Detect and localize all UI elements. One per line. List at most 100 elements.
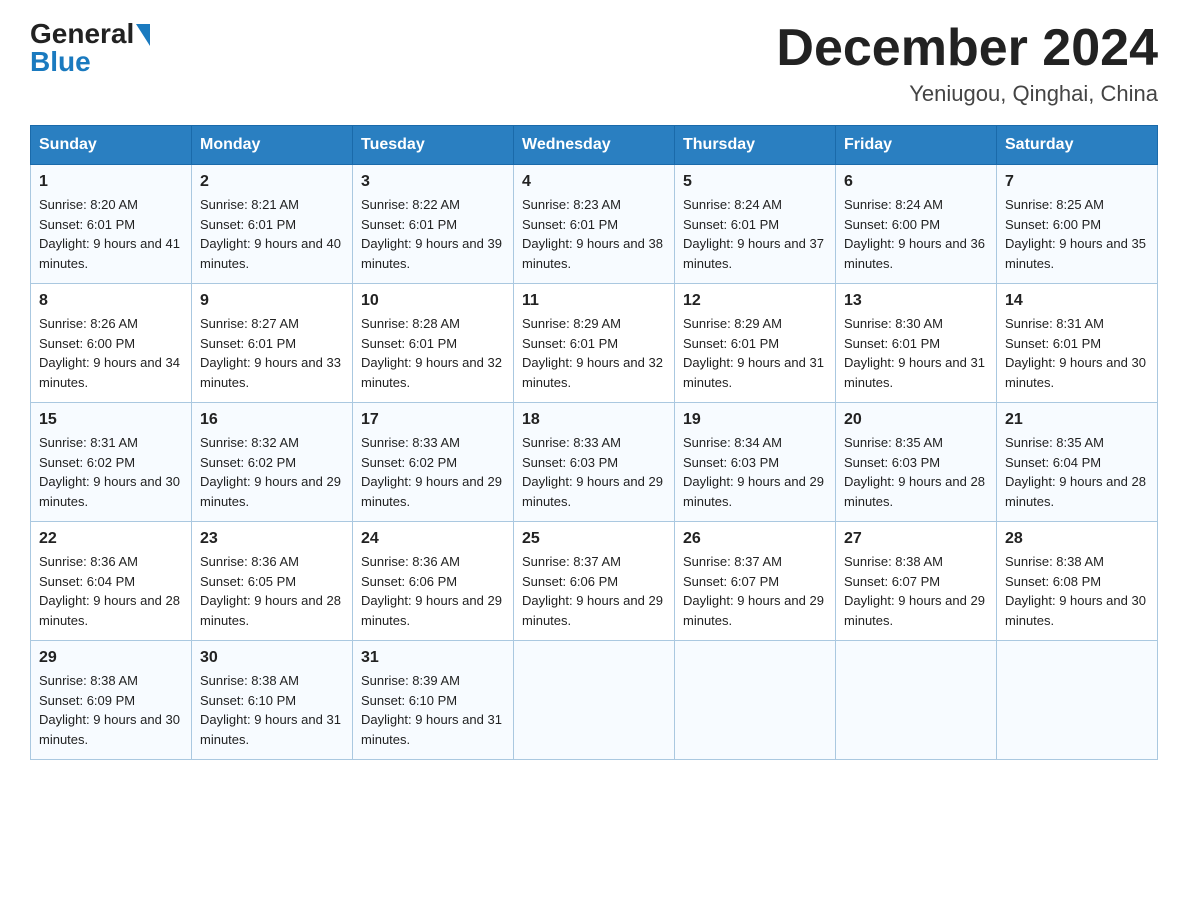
page-header: General Blue December 2024 Yeniugou, Qin… xyxy=(30,20,1158,107)
day-number: 12 xyxy=(683,292,827,310)
calendar-day-cell: 13 Sunrise: 8:30 AMSunset: 6:01 PMDaylig… xyxy=(836,284,997,403)
calendar-day-cell: 22 Sunrise: 8:36 AMSunset: 6:04 PMDaylig… xyxy=(31,522,192,641)
calendar-day-cell: 15 Sunrise: 8:31 AMSunset: 6:02 PMDaylig… xyxy=(31,403,192,522)
day-number: 19 xyxy=(683,411,827,429)
day-info: Sunrise: 8:28 AMSunset: 6:01 PMDaylight:… xyxy=(361,316,502,390)
day-number: 27 xyxy=(844,530,988,548)
day-info: Sunrise: 8:33 AMSunset: 6:02 PMDaylight:… xyxy=(361,435,502,509)
day-info: Sunrise: 8:25 AMSunset: 6:00 PMDaylight:… xyxy=(1005,197,1146,271)
calendar-day-cell: 23 Sunrise: 8:36 AMSunset: 6:05 PMDaylig… xyxy=(192,522,353,641)
day-number: 26 xyxy=(683,530,827,548)
calendar-week-row: 1 Sunrise: 8:20 AMSunset: 6:01 PMDayligh… xyxy=(31,165,1158,284)
calendar-day-cell: 18 Sunrise: 8:33 AMSunset: 6:03 PMDaylig… xyxy=(514,403,675,522)
calendar-day-cell xyxy=(836,641,997,760)
calendar-day-cell: 19 Sunrise: 8:34 AMSunset: 6:03 PMDaylig… xyxy=(675,403,836,522)
day-of-week-header: Tuesday xyxy=(353,126,514,165)
day-info: Sunrise: 8:20 AMSunset: 6:01 PMDaylight:… xyxy=(39,197,180,271)
day-info: Sunrise: 8:36 AMSunset: 6:04 PMDaylight:… xyxy=(39,554,180,628)
day-info: Sunrise: 8:30 AMSunset: 6:01 PMDaylight:… xyxy=(844,316,985,390)
calendar-day-cell: 31 Sunrise: 8:39 AMSunset: 6:10 PMDaylig… xyxy=(353,641,514,760)
day-number: 22 xyxy=(39,530,183,548)
day-number: 17 xyxy=(361,411,505,429)
day-info: Sunrise: 8:38 AMSunset: 6:07 PMDaylight:… xyxy=(844,554,985,628)
calendar-day-cell: 27 Sunrise: 8:38 AMSunset: 6:07 PMDaylig… xyxy=(836,522,997,641)
calendar-day-cell: 30 Sunrise: 8:38 AMSunset: 6:10 PMDaylig… xyxy=(192,641,353,760)
day-number: 16 xyxy=(200,411,344,429)
day-of-week-header: Friday xyxy=(836,126,997,165)
calendar-day-cell: 6 Sunrise: 8:24 AMSunset: 6:00 PMDayligh… xyxy=(836,165,997,284)
logo-triangle-icon xyxy=(136,24,150,46)
day-of-week-header: Saturday xyxy=(997,126,1158,165)
day-number: 31 xyxy=(361,649,505,667)
calendar-day-cell: 5 Sunrise: 8:24 AMSunset: 6:01 PMDayligh… xyxy=(675,165,836,284)
calendar-day-cell: 21 Sunrise: 8:35 AMSunset: 6:04 PMDaylig… xyxy=(997,403,1158,522)
day-info: Sunrise: 8:35 AMSunset: 6:04 PMDaylight:… xyxy=(1005,435,1146,509)
day-of-week-header: Monday xyxy=(192,126,353,165)
day-info: Sunrise: 8:36 AMSunset: 6:06 PMDaylight:… xyxy=(361,554,502,628)
calendar-week-row: 22 Sunrise: 8:36 AMSunset: 6:04 PMDaylig… xyxy=(31,522,1158,641)
day-info: Sunrise: 8:24 AMSunset: 6:00 PMDaylight:… xyxy=(844,197,985,271)
calendar-day-cell xyxy=(997,641,1158,760)
calendar-day-cell: 16 Sunrise: 8:32 AMSunset: 6:02 PMDaylig… xyxy=(192,403,353,522)
calendar-day-cell xyxy=(514,641,675,760)
day-number: 20 xyxy=(844,411,988,429)
day-info: Sunrise: 8:31 AMSunset: 6:02 PMDaylight:… xyxy=(39,435,180,509)
day-info: Sunrise: 8:29 AMSunset: 6:01 PMDaylight:… xyxy=(683,316,824,390)
calendar-day-cell: 4 Sunrise: 8:23 AMSunset: 6:01 PMDayligh… xyxy=(514,165,675,284)
calendar-day-cell: 12 Sunrise: 8:29 AMSunset: 6:01 PMDaylig… xyxy=(675,284,836,403)
day-info: Sunrise: 8:21 AMSunset: 6:01 PMDaylight:… xyxy=(200,197,341,271)
location-title: Yeniugou, Qinghai, China xyxy=(776,81,1158,107)
calendar-day-cell: 3 Sunrise: 8:22 AMSunset: 6:01 PMDayligh… xyxy=(353,165,514,284)
day-info: Sunrise: 8:35 AMSunset: 6:03 PMDaylight:… xyxy=(844,435,985,509)
calendar-day-cell: 25 Sunrise: 8:37 AMSunset: 6:06 PMDaylig… xyxy=(514,522,675,641)
logo-blue-text: Blue xyxy=(30,48,91,76)
days-of-week-row: SundayMondayTuesdayWednesdayThursdayFrid… xyxy=(31,126,1158,165)
calendar-day-cell: 24 Sunrise: 8:36 AMSunset: 6:06 PMDaylig… xyxy=(353,522,514,641)
day-info: Sunrise: 8:26 AMSunset: 6:00 PMDaylight:… xyxy=(39,316,180,390)
day-number: 18 xyxy=(522,411,666,429)
calendar-day-cell: 10 Sunrise: 8:28 AMSunset: 6:01 PMDaylig… xyxy=(353,284,514,403)
day-info: Sunrise: 8:37 AMSunset: 6:06 PMDaylight:… xyxy=(522,554,663,628)
calendar-day-cell: 20 Sunrise: 8:35 AMSunset: 6:03 PMDaylig… xyxy=(836,403,997,522)
title-area: December 2024 Yeniugou, Qinghai, China xyxy=(776,20,1158,107)
day-info: Sunrise: 8:34 AMSunset: 6:03 PMDaylight:… xyxy=(683,435,824,509)
calendar-day-cell: 2 Sunrise: 8:21 AMSunset: 6:01 PMDayligh… xyxy=(192,165,353,284)
calendar-week-row: 15 Sunrise: 8:31 AMSunset: 6:02 PMDaylig… xyxy=(31,403,1158,522)
day-info: Sunrise: 8:38 AMSunset: 6:10 PMDaylight:… xyxy=(200,673,341,747)
day-number: 4 xyxy=(522,173,666,191)
calendar-week-row: 8 Sunrise: 8:26 AMSunset: 6:00 PMDayligh… xyxy=(31,284,1158,403)
calendar-day-cell: 17 Sunrise: 8:33 AMSunset: 6:02 PMDaylig… xyxy=(353,403,514,522)
day-of-week-header: Thursday xyxy=(675,126,836,165)
calendar-day-cell: 1 Sunrise: 8:20 AMSunset: 6:01 PMDayligh… xyxy=(31,165,192,284)
calendar-table: SundayMondayTuesdayWednesdayThursdayFrid… xyxy=(30,125,1158,760)
day-number: 7 xyxy=(1005,173,1149,191)
calendar-day-cell: 26 Sunrise: 8:37 AMSunset: 6:07 PMDaylig… xyxy=(675,522,836,641)
day-info: Sunrise: 8:37 AMSunset: 6:07 PMDaylight:… xyxy=(683,554,824,628)
calendar-day-cell: 11 Sunrise: 8:29 AMSunset: 6:01 PMDaylig… xyxy=(514,284,675,403)
day-number: 3 xyxy=(361,173,505,191)
calendar-day-cell: 14 Sunrise: 8:31 AMSunset: 6:01 PMDaylig… xyxy=(997,284,1158,403)
calendar-week-row: 29 Sunrise: 8:38 AMSunset: 6:09 PMDaylig… xyxy=(31,641,1158,760)
month-title: December 2024 xyxy=(776,20,1158,77)
day-number: 24 xyxy=(361,530,505,548)
day-info: Sunrise: 8:36 AMSunset: 6:05 PMDaylight:… xyxy=(200,554,341,628)
day-number: 14 xyxy=(1005,292,1149,310)
calendar-day-cell: 7 Sunrise: 8:25 AMSunset: 6:00 PMDayligh… xyxy=(997,165,1158,284)
logo: General Blue xyxy=(30,20,150,76)
day-info: Sunrise: 8:29 AMSunset: 6:01 PMDaylight:… xyxy=(522,316,663,390)
day-number: 8 xyxy=(39,292,183,310)
day-info: Sunrise: 8:39 AMSunset: 6:10 PMDaylight:… xyxy=(361,673,502,747)
day-number: 15 xyxy=(39,411,183,429)
day-number: 23 xyxy=(200,530,344,548)
logo-general-text: General xyxy=(30,20,134,48)
day-of-week-header: Sunday xyxy=(31,126,192,165)
calendar-day-cell: 9 Sunrise: 8:27 AMSunset: 6:01 PMDayligh… xyxy=(192,284,353,403)
calendar-body: 1 Sunrise: 8:20 AMSunset: 6:01 PMDayligh… xyxy=(31,165,1158,760)
day-number: 28 xyxy=(1005,530,1149,548)
day-number: 13 xyxy=(844,292,988,310)
day-info: Sunrise: 8:24 AMSunset: 6:01 PMDaylight:… xyxy=(683,197,824,271)
calendar-day-cell: 8 Sunrise: 8:26 AMSunset: 6:00 PMDayligh… xyxy=(31,284,192,403)
calendar-day-cell: 29 Sunrise: 8:38 AMSunset: 6:09 PMDaylig… xyxy=(31,641,192,760)
day-number: 2 xyxy=(200,173,344,191)
calendar-header: SundayMondayTuesdayWednesdayThursdayFrid… xyxy=(31,126,1158,165)
